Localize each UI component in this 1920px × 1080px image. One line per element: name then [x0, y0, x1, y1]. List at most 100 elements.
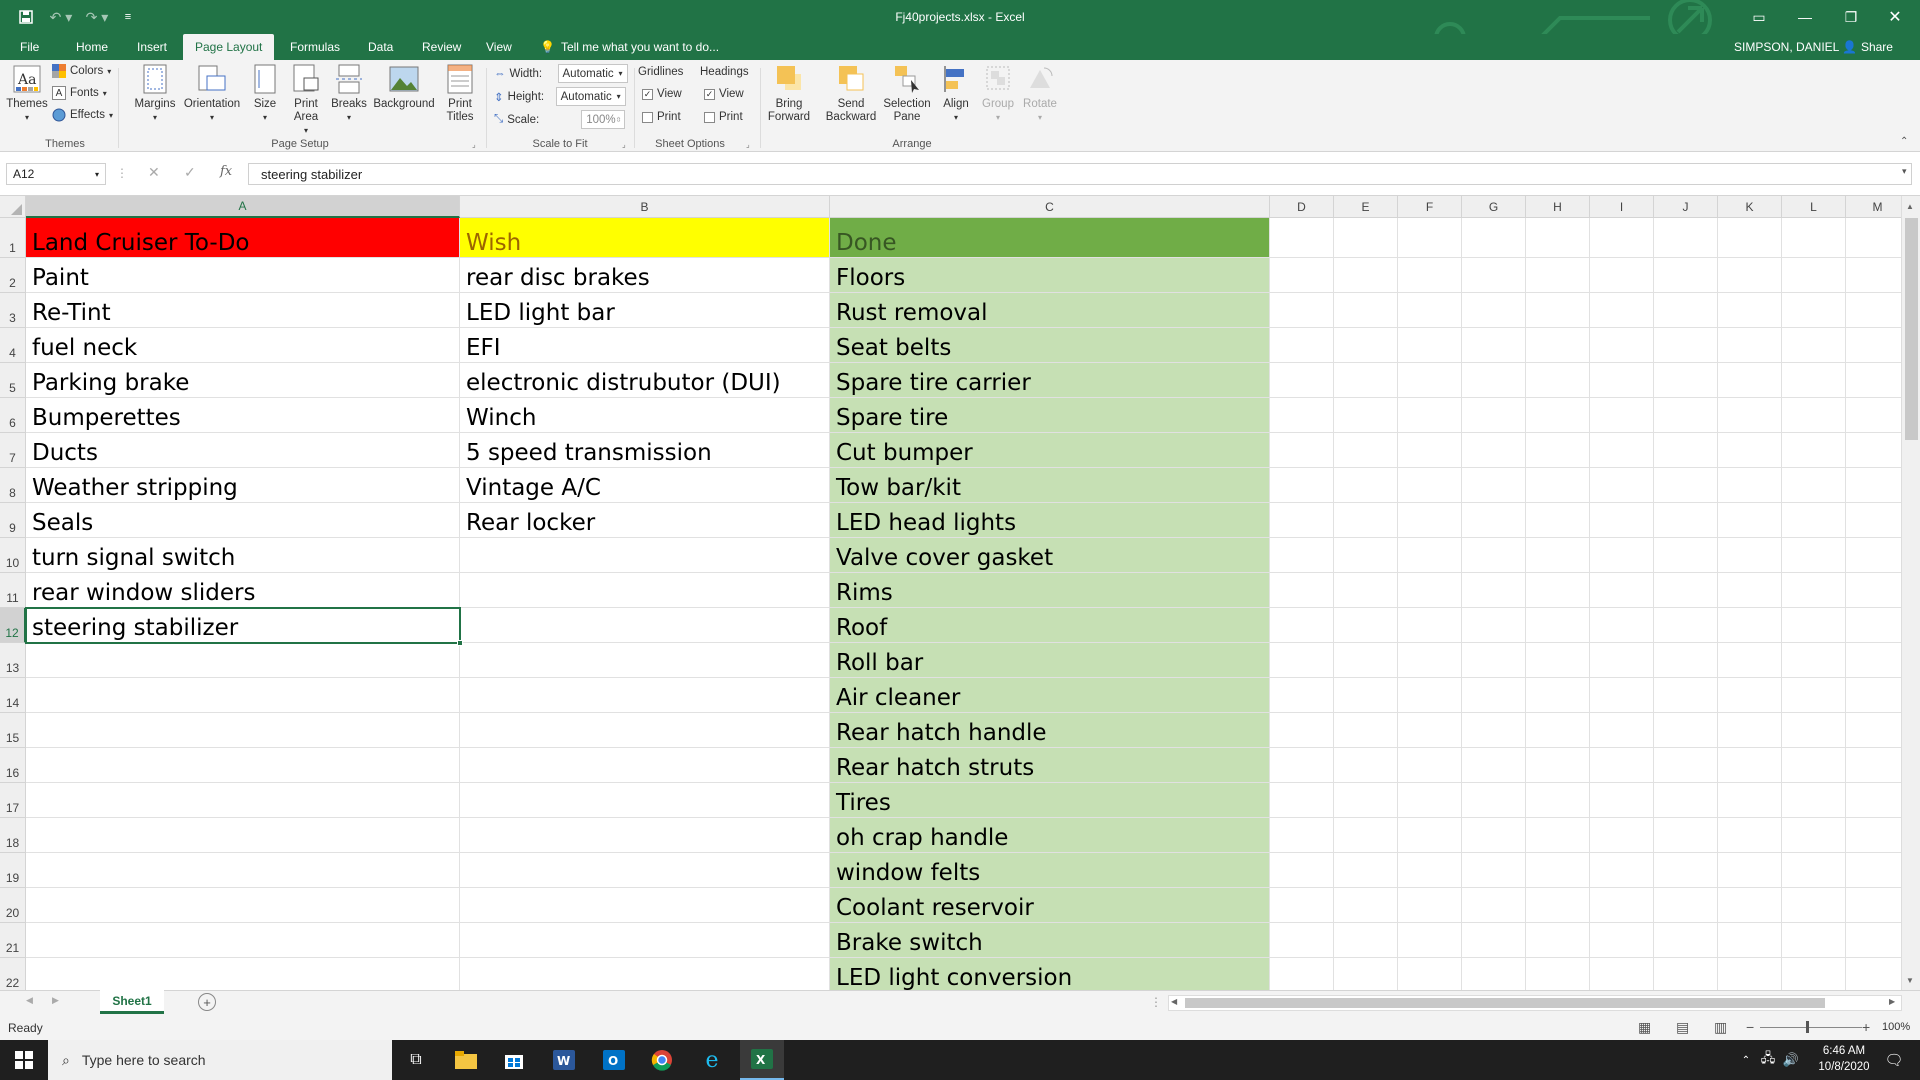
cell-empty[interactable]: [1462, 468, 1526, 503]
file-explorer-icon[interactable]: [446, 1040, 486, 1080]
cell-empty[interactable]: [1526, 853, 1590, 888]
cell-c2[interactable]: Floors: [830, 258, 1270, 293]
cell-empty[interactable]: [1526, 573, 1590, 608]
cell-b3[interactable]: LED light bar: [460, 293, 830, 328]
redo-icon[interactable]: ↷ ▾: [82, 0, 112, 34]
select-all-corner[interactable]: [0, 196, 26, 218]
taskbar-clock[interactable]: 6:46 AM 10/8/2020: [1804, 1043, 1884, 1075]
cell-empty[interactable]: [1590, 328, 1654, 363]
cell-empty[interactable]: [1334, 293, 1398, 328]
zoom-out-icon[interactable]: −: [1746, 1019, 1754, 1035]
cell-empty[interactable]: [1334, 218, 1398, 258]
scroll-left-icon[interactable]: ◀: [1171, 997, 1177, 1006]
row-header-2[interactable]: 2: [0, 258, 26, 293]
cell-empty[interactable]: [1334, 503, 1398, 538]
cell-empty[interactable]: [1782, 573, 1846, 608]
headings-print-checkbox[interactable]: Print: [704, 111, 743, 123]
column-header-c[interactable]: C: [830, 196, 1270, 218]
cell-c1-header[interactable]: Done: [830, 218, 1270, 258]
column-header-j[interactable]: J: [1654, 196, 1718, 218]
row-header-21[interactable]: 21: [0, 923, 26, 958]
cell-empty[interactable]: [1654, 258, 1718, 293]
cell-empty[interactable]: [1590, 888, 1654, 923]
margins-button[interactable]: Margins ▾: [130, 64, 180, 124]
cell-empty[interactable]: [1462, 293, 1526, 328]
cell-empty[interactable]: [1462, 783, 1526, 818]
row-header-12[interactable]: 12: [0, 608, 26, 643]
minimize-icon[interactable]: —: [1790, 0, 1820, 34]
cell-empty[interactable]: [1334, 783, 1398, 818]
cell-empty[interactable]: [1270, 643, 1334, 678]
windows-start-icon[interactable]: [0, 1040, 48, 1080]
tab-insert[interactable]: Insert: [125, 34, 179, 60]
cell-c17[interactable]: Tires: [830, 783, 1270, 818]
cell-empty[interactable]: [1462, 363, 1526, 398]
row-header-13[interactable]: 13: [0, 643, 26, 678]
tab-home[interactable]: Home: [64, 34, 120, 60]
cell-empty[interactable]: [1782, 853, 1846, 888]
cell-empty[interactable]: [1718, 573, 1782, 608]
row-header-7[interactable]: 7: [0, 433, 26, 468]
cell-empty[interactable]: [1398, 853, 1462, 888]
scale-spinner[interactable]: 100% ⇳: [581, 110, 626, 129]
cell-empty[interactable]: [1398, 398, 1462, 433]
cell-b8[interactable]: Vintage A/C: [460, 468, 830, 503]
cell-empty[interactable]: [1334, 643, 1398, 678]
cell-empty[interactable]: [1590, 818, 1654, 853]
normal-view-icon[interactable]: ▦: [1638, 1019, 1651, 1036]
restore-icon[interactable]: ❐: [1836, 0, 1866, 34]
cell-empty[interactable]: [1270, 398, 1334, 433]
cell-empty[interactable]: [1462, 258, 1526, 293]
next-sheet-icon[interactable]: ▶: [52, 995, 59, 1006]
cell-empty[interactable]: [1270, 573, 1334, 608]
cell-a15[interactable]: [26, 713, 460, 748]
cell-a1-header[interactable]: Land Cruiser To-Do: [26, 218, 460, 258]
cell-empty[interactable]: [1270, 608, 1334, 643]
cell-empty[interactable]: [1782, 923, 1846, 958]
row-header-1[interactable]: 1: [0, 218, 26, 258]
cell-a7[interactable]: Ducts: [26, 433, 460, 468]
row-header-3[interactable]: 3: [0, 293, 26, 328]
cell-empty[interactable]: [1462, 433, 1526, 468]
cell-empty[interactable]: [1718, 363, 1782, 398]
cell-empty[interactable]: [1462, 398, 1526, 433]
cell-empty[interactable]: [1398, 923, 1462, 958]
cell-empty[interactable]: [1270, 218, 1334, 258]
cell-empty[interactable]: [1270, 748, 1334, 783]
cell-empty[interactable]: [1462, 713, 1526, 748]
cell-c21[interactable]: Brake switch: [830, 923, 1270, 958]
cell-empty[interactable]: [1270, 888, 1334, 923]
cell-empty[interactable]: [1398, 713, 1462, 748]
cell-empty[interactable]: [1782, 363, 1846, 398]
print-area-button[interactable]: Print Area ▾: [288, 64, 324, 137]
cell-empty[interactable]: [1398, 503, 1462, 538]
cell-empty[interactable]: [1718, 538, 1782, 573]
cell-c12[interactable]: Roof: [830, 608, 1270, 643]
network-icon[interactable]: 🖧: [1756, 1040, 1780, 1080]
cell-empty[interactable]: [1526, 818, 1590, 853]
row-header-10[interactable]: 10: [0, 538, 26, 573]
scroll-thumb[interactable]: [1905, 218, 1918, 440]
cell-empty[interactable]: [1270, 538, 1334, 573]
cell-empty[interactable]: [1782, 258, 1846, 293]
cell-empty[interactable]: [1526, 433, 1590, 468]
cell-empty[interactable]: [1654, 853, 1718, 888]
cell-empty[interactable]: [1654, 218, 1718, 258]
cell-empty[interactable]: [1398, 783, 1462, 818]
cell-empty[interactable]: [1270, 853, 1334, 888]
cell-empty[interactable]: [1462, 923, 1526, 958]
cell-empty[interactable]: [1654, 713, 1718, 748]
orientation-button[interactable]: Orientation ▾: [180, 64, 244, 124]
row-header-18[interactable]: 18: [0, 818, 26, 853]
cell-c20[interactable]: Coolant reservoir: [830, 888, 1270, 923]
column-header-i[interactable]: I: [1590, 196, 1654, 218]
cell-a2[interactable]: Paint: [26, 258, 460, 293]
column-header-e[interactable]: E: [1334, 196, 1398, 218]
cell-empty[interactable]: [1718, 293, 1782, 328]
cell-empty[interactable]: [1398, 958, 1462, 990]
cell-empty[interactable]: [1718, 783, 1782, 818]
cell-b20[interactable]: [460, 888, 830, 923]
cell-empty[interactable]: [1782, 538, 1846, 573]
gridlines-print-checkbox[interactable]: Print: [642, 111, 681, 123]
cell-empty[interactable]: [1526, 538, 1590, 573]
